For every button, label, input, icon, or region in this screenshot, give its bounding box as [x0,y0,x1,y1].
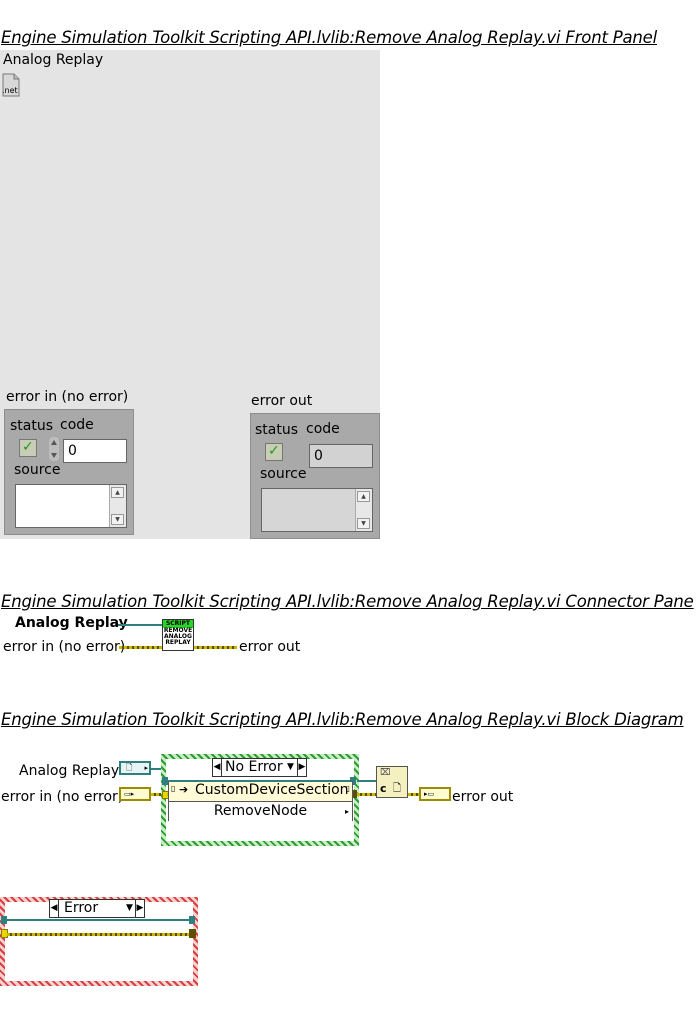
analog-replay-label: Analog Replay [3,52,104,68]
connector-error-in-wire [119,646,162,649]
invoke-method-arrow-icon: ▸ [344,807,349,816]
error-out-source-scrollbar[interactable]: ▲ ▼ [355,489,372,531]
error-case-ref-tunnel-out [189,916,195,924]
connector-analog-replay-label: Analog Replay [15,615,128,631]
bd-analog-replay-label: Analog Replay [19,763,120,779]
error-in-code-spinner[interactable] [49,437,59,461]
bd-error-wire-mid [357,793,377,796]
bd-ref-wire-out [357,780,377,782]
error-in-source-label: source [14,462,61,478]
error-in-code-field[interactable]: 0 [63,439,127,463]
close-reference-node[interactable]: ⌧ c 🗋 [376,766,408,798]
error-in-label: error in (no error) [6,389,129,405]
case-dropdown-icon[interactable]: ▼ [287,759,294,776]
error-case-error-tunnel-out [189,929,196,938]
bd-ref-terminal[interactable]: 🗋 ▸ [119,761,151,775]
close-ref-text: c [380,782,387,795]
scroll-up-icon[interactable]: ▲ [111,487,124,498]
case-prev-icon[interactable]: ◀ [50,900,59,917]
error-out-code-label: code [306,421,340,437]
bd-error-out-terminal[interactable]: ▸▭ [419,787,451,801]
bd-error-in-label: error in (no error) [1,789,124,805]
dotnet-text: .net [2,86,18,95]
error-out-status-indicator [265,443,283,461]
case-ref-wire-through [168,780,350,782]
error-out-source-indicator: ▲ ▼ [261,488,373,532]
file-icon: 🗋 [126,763,133,772]
case-dropdown-icon[interactable]: ▼ [126,900,133,917]
error-out-label: error out [251,393,313,409]
close-file-icon: 🗋 [393,783,402,794]
error-out-cluster: status code ◂ 0 source ▲ ▼ [250,413,380,539]
case-prev-icon[interactable]: ◀ [213,759,222,776]
connector-ref-wire [118,624,162,626]
connector-error-out-label: error out [239,639,301,655]
invoke-node[interactable]: ▯ ➔ CustomDeviceSection ▯ RemoveNode ▸ [168,781,353,822]
invoke-arrow-icon: ➔ [179,783,189,796]
close-net-icon: ⌧ [380,768,391,778]
error-case-error-wire [7,933,189,936]
scroll-down-icon[interactable]: ▼ [111,514,124,525]
connector-error-out-wire [194,646,237,649]
bd-error-in-terminal[interactable]: ▭▸ [119,787,151,801]
error-out-code-indicator: 0 [309,444,373,468]
invoke-ref-in-icon: ▯ [171,784,176,793]
vi-icon: SCRIPT REMOVE ANALOG REPLAY [162,619,194,651]
case-selector-error-label: Error [64,900,99,916]
connector-pane-title: Engine Simulation Toolkit Scripting API.… [1,592,694,611]
invoke-method-name: RemoveNode [213,803,308,819]
error-out-status-label: status [255,422,299,438]
case-next-icon[interactable]: ▶ [135,900,144,917]
case-next-icon[interactable]: ▶ [297,759,306,776]
bd-error-out-label: error out [452,789,514,805]
case-selector-no-error-label: No Error [225,759,283,775]
invoke-method[interactable]: RemoveNode ▸ [169,801,352,822]
error-in-status-label: status [10,418,54,434]
connector-error-in-label: error in (no error) [3,639,126,655]
case-selector-error[interactable]: ◀ Error ▼ ▶ [49,899,145,918]
error-in-code-label: code [60,417,94,433]
scroll-down-icon[interactable]: ▼ [357,518,370,529]
case-selector-no-error[interactable]: ◀ No Error ▼ ▶ [212,758,307,777]
scroll-up-icon[interactable]: ▲ [357,491,370,502]
error-in-source-field[interactable]: ▲ ▼ [15,484,127,528]
case-error-wire-a [167,793,168,796]
invoke-class-name: CustomDeviceSection [195,782,349,798]
terminal-arrow-icon: ▸ [144,764,148,772]
error-in-cluster: status code 0 source ▲ ▼ [4,409,134,535]
front-panel-title: Engine Simulation Toolkit Scripting API.… [1,28,658,47]
invoke-ref-out-icon: ▯ [345,784,350,793]
error-in-status-checkbox[interactable] [19,439,37,457]
error-in-source-scrollbar[interactable]: ▲ ▼ [109,485,126,527]
vi-icon-text: REMOVE ANALOG REPLAY [163,627,193,646]
error-case-ref-wire [7,919,189,921]
error-out-source-label: source [260,466,307,482]
block-diagram-title: Engine Simulation Toolkit Scripting API.… [1,710,684,729]
dotnet-refnum-icon[interactable]: .net [1,73,21,97]
